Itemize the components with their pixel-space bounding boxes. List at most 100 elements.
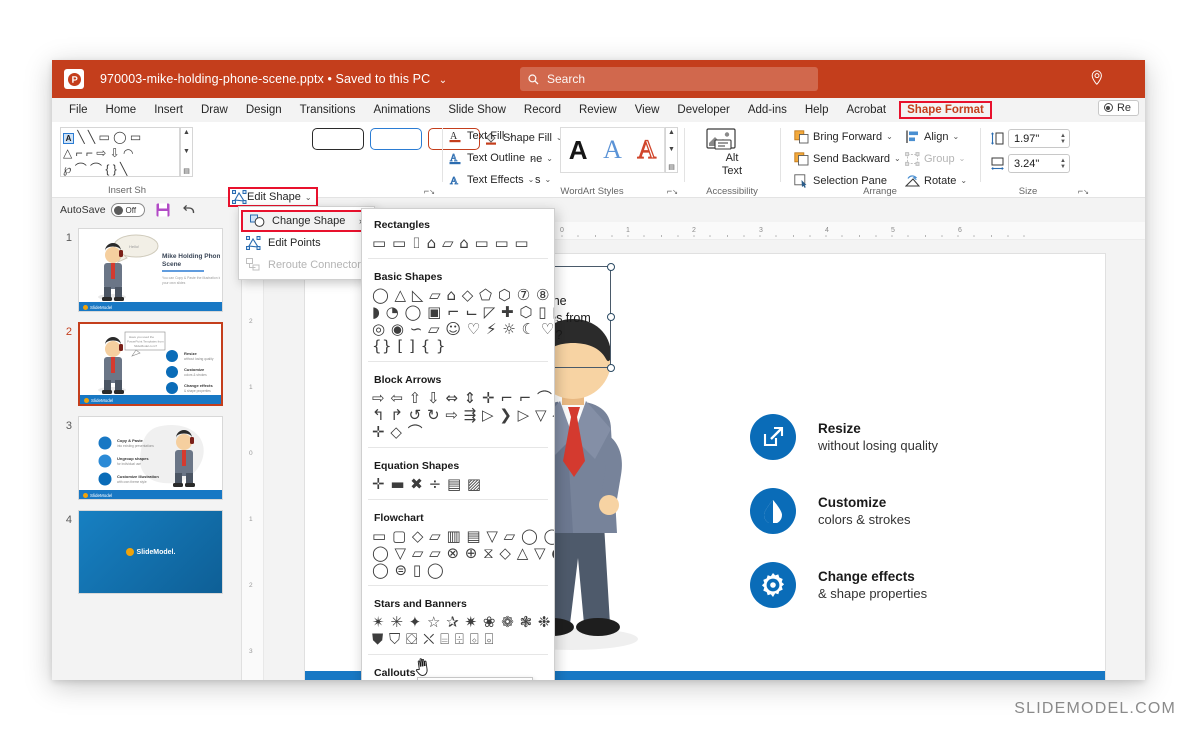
tab-draw[interactable]: Draw	[192, 102, 237, 118]
undo-icon[interactable]	[181, 202, 197, 218]
resize-handle-top-right[interactable]	[606, 262, 615, 271]
align-button[interactable]: Align ⌄	[905, 127, 959, 146]
shape-width-stepper[interactable]: ▲ ▼	[1060, 158, 1066, 170]
chevron-down-icon[interactable]: ⌄	[305, 193, 312, 202]
bring-forward-button[interactable]: Bring Forward ⌄	[794, 127, 893, 146]
shape-height-value[interactable]: 1.97"	[1014, 133, 1039, 145]
shapes-row[interactable]: ⇨ ⇦ ⇧ ⇩ ⇔ ⇕ ✛ ⌐ ⌐ ⌒ ⤸ ⤹	[362, 390, 554, 407]
edit-shape-button[interactable]: Edit Shape ⌄	[228, 187, 318, 207]
thumbnail-row-4[interactable]: 4 SlideModel.	[52, 510, 241, 594]
text-outline-button[interactable]: A Text Outline ⌄	[448, 148, 536, 167]
shapes-gallery-scrollbar[interactable]: ▲ ▼ ▤	[180, 127, 193, 177]
feature-item-customize[interactable]: Customize colors & strokes	[750, 488, 910, 534]
wordart-sample-1[interactable]: A	[569, 135, 588, 166]
shape-style-preset-1[interactable]	[312, 128, 364, 150]
thumbnail-row-1[interactable]: 1 Hello! Mike Holding Phone Scene You ca…	[52, 228, 241, 312]
change-shape-flyout-panel[interactable]: Rectangles ▭ ▭ ⌷ ⌂ ▱ ⌂ ▭ ▭ ▭ Basic Shape…	[361, 208, 555, 680]
text-fill-button[interactable]: A Text Fill ⌄	[448, 126, 515, 145]
tab-help[interactable]: Help	[796, 102, 838, 118]
chevron-down-icon[interactable]: ⌄	[886, 132, 893, 141]
tab-file[interactable]: File	[60, 102, 97, 118]
slide-thumbnail-1[interactable]: Hello! Mike Holding Phone Scene You can …	[78, 228, 223, 312]
search-input[interactable]: Search	[520, 67, 818, 91]
send-backward-button[interactable]: Send Backward ⌄	[794, 149, 901, 168]
chevron-down-icon[interactable]: ⌄	[959, 154, 966, 163]
shapes-gallery[interactable]: A ╲ ╲ ▭ ◯ ▭ △ ⌐ ⌐ ⇨ ⇩ ◠ ℘ ⌒ ⌒ { } ╲	[60, 127, 180, 177]
tab-insert[interactable]: Insert	[145, 102, 192, 118]
shapes-row[interactable]: ▭ ▢ ◇ ▱ ▥ ▤ ▽ ▱ ◯ ◯ ◺ ▽	[362, 528, 554, 545]
edit-shape-icon	[232, 190, 247, 204]
tab-record[interactable]: Record	[515, 102, 570, 118]
shape-width-field[interactable]: 3.24" ▲ ▼	[990, 154, 1070, 173]
group-button[interactable]: Group ⌄	[905, 149, 965, 168]
shape-styles-dialog-launcher[interactable]: ⌐↘	[424, 186, 435, 196]
tab-view[interactable]: View	[626, 102, 669, 118]
tab-animations[interactable]: Animations	[364, 102, 439, 118]
slide-thumbnail-3[interactable]: Copy & Paste into existing presentations…	[78, 416, 223, 500]
chevron-down-icon[interactable]: ⌄	[894, 154, 901, 163]
chevron-down-icon[interactable]: ⌄	[508, 131, 515, 140]
tab-home[interactable]: Home	[97, 102, 146, 118]
thumbnail-row-2[interactable]: 2 Have you used the PowerPoint Templates…	[52, 322, 241, 406]
slide-thumbnail-4[interactable]: SlideModel.	[78, 510, 223, 594]
wordart-sample-3[interactable]: A	[637, 134, 657, 165]
thumbnail-row-3[interactable]: 3 Copy & Paste into existing presentatio…	[52, 416, 241, 500]
shapes-row[interactable]: ✴ ✳ ✦ ☆ ✰ ✷ ❀ ❁ ❃ ❉ ❋ ✺	[362, 614, 554, 631]
scroll-more-icon[interactable]: ▤	[668, 163, 675, 171]
slide-thumbnails-pane[interactable]: 1 Hello! Mike Holding Phone Scene You ca…	[52, 222, 242, 680]
scroll-up-icon[interactable]: ▲	[183, 129, 190, 136]
menu-item-change-shape[interactable]: Change Shape ›	[241, 210, 372, 232]
scroll-up-icon[interactable]: ▲	[668, 129, 675, 136]
size-dialog-launcher[interactable]: ⌐↘	[1078, 186, 1089, 196]
menu-item-edit-points[interactable]: Edit Points	[239, 232, 374, 254]
wordart-dialog-launcher[interactable]: ⌐↘	[667, 186, 678, 196]
shapes-row[interactable]: ◗ ◔ ◯ ▣ ⌐ ⌙ ◸ ✚ ⬡ ▯ ⬓ ▣	[362, 304, 554, 321]
feature-item-resize[interactable]: Resize without losing quality	[750, 414, 938, 460]
autosave-toggle[interactable]: Off	[110, 203, 145, 217]
shapes-row[interactable]: ▭ ▭ ⌷ ⌂ ▱ ⌂ ▭ ▭ ▭	[362, 235, 554, 252]
wordart-style-gallery[interactable]: A A A	[560, 127, 665, 173]
chevron-down-icon[interactable]: ⌄	[952, 132, 959, 141]
wordart-sample-2[interactable]: A	[603, 135, 622, 165]
tab-shape-format[interactable]: Shape Format	[899, 101, 992, 119]
scroll-down-icon[interactable]: ▼	[183, 148, 190, 155]
chevron-down-icon[interactable]: ⌄	[528, 175, 535, 184]
shapes-row[interactable]: ◯ △ ◺ ▱ ⌂ ◇ ⬠ ⬡ ⑦ ⑧ ⑩ ⑫	[362, 287, 554, 304]
alt-text-button[interactable]: Alt Text	[706, 128, 758, 178]
feature-item-change-effects[interactable]: Change effects & shape properties	[750, 562, 927, 608]
scroll-more-icon[interactable]: ▤	[183, 167, 190, 175]
shape-height-stepper[interactable]: ▲ ▼	[1060, 133, 1066, 145]
shapes-row[interactable]: ↰ ↱ ↺ ↻ ⇨ ⇶ ▷ ❯ ▷ ▽ ◁ △	[362, 407, 554, 424]
shapes-row[interactable]: ◎ ◉ ∽ ▱ ☺ ♡ ⚡ ☼ ☾ ♡ ⌒ []	[362, 321, 554, 338]
chevron-down-icon[interactable]: ⌄	[960, 176, 967, 185]
wordart-gallery-scrollbar[interactable]: ▲ ▼ ▤	[665, 127, 678, 173]
shape-style-preset-2[interactable]	[370, 128, 422, 150]
tab-transitions[interactable]: Transitions	[291, 102, 365, 118]
shapes-row[interactable]: ✛ ▬ ✖ ÷ ▤ ▨	[362, 476, 554, 493]
rotate-label: Rotate	[924, 174, 957, 187]
chevron-down-icon[interactable]: ⌄	[529, 153, 536, 162]
chevron-down-icon[interactable]: ⌄	[439, 75, 447, 86]
tab-add-ins[interactable]: Add-ins	[739, 102, 796, 118]
tab-design[interactable]: Design	[237, 102, 291, 118]
shapes-row[interactable]: ✛ ◇ ⌒	[362, 424, 554, 441]
document-title[interactable]: 970003-mike-holding-phone-scene.pptx • S…	[100, 72, 447, 86]
shapes-row[interactable]: {} [ ] { }	[362, 338, 554, 355]
tab-review[interactable]: Review	[570, 102, 626, 118]
scroll-down-icon[interactable]: ▼	[668, 146, 675, 153]
tab-developer[interactable]: Developer	[668, 102, 738, 118]
resize-handle-middle-right[interactable]	[606, 312, 615, 321]
tab-slide-show[interactable]: Slide Show	[439, 102, 515, 118]
edit-shape-dropdown-menu[interactable]: Change Shape › Edit Points Reroute Conne…	[238, 206, 375, 280]
tab-acrobat[interactable]: Acrobat	[838, 102, 896, 118]
shape-height-field[interactable]: 1.97" ▲ ▼	[990, 129, 1070, 148]
resize-handle-bottom-right[interactable]	[606, 363, 615, 372]
shapes-row[interactable]: ◯ ▽ ▱ ▱ ⊗ ⊕ ⧖ ◇ △ ▽ ◖ ▷	[362, 545, 554, 562]
save-icon[interactable]	[155, 202, 171, 218]
slide-thumbnail-2[interactable]: Have you used the PowerPoint Templates f…	[78, 322, 223, 406]
location-pin-icon[interactable]	[1091, 70, 1103, 85]
record-button[interactable]: Re	[1097, 100, 1139, 116]
shapes-row[interactable]: ⛊ ⛉ ⛋ ⛌ ⌸ ⌹ ⌺ ⌻	[362, 631, 554, 648]
shape-width-value[interactable]: 3.24"	[1014, 158, 1039, 170]
shapes-row[interactable]: ◯ ⊜ ▯ ◯	[362, 562, 554, 579]
